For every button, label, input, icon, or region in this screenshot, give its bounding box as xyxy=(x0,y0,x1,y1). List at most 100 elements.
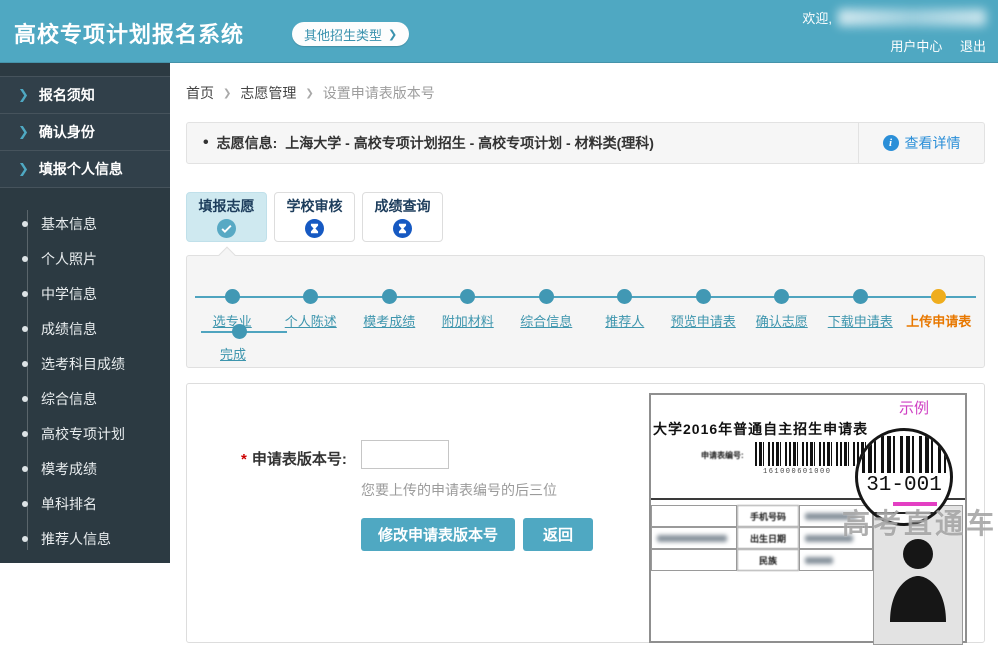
status-tabs: 填报志愿 学校审核 成绩查询 xyxy=(186,192,443,242)
step-additional-materials[interactable]: 附加材料 xyxy=(429,289,508,330)
step-dot xyxy=(381,289,397,304)
breadcrumb-home[interactable]: 首页 xyxy=(186,83,214,103)
sidebar-item-label: 高校专项计划 xyxy=(41,425,125,442)
progress-steps-panel: 选专业 个人陈述 模考成绩 附加材料 综合信息 推荐人 预览申请表 确认志愿 下… xyxy=(186,246,985,368)
table-cell xyxy=(651,505,737,527)
step-download-form[interactable]: 下载申请表 xyxy=(821,289,900,330)
sidebar-item-personal-info[interactable]: ❯ 填报个人信息 xyxy=(0,151,170,188)
sample-form-title: 大学2016年普通自主招生申请表 xyxy=(653,421,869,437)
step-upload-form-active[interactable]: 上传申请表 xyxy=(900,289,979,330)
sidebar-item-label: 综合信息 xyxy=(41,390,97,407)
chevron-right-icon: ❯ xyxy=(18,124,29,139)
breadcrumb: 首页 ❯ 志愿管理 ❯ 设置申请表版本号 xyxy=(186,83,435,103)
sidebar-item-special-plan[interactable]: 高校专项计划 xyxy=(0,416,170,451)
step-confirm-volunteer[interactable]: 确认志愿 xyxy=(743,289,822,330)
step-label[interactable]: 预览申请表 xyxy=(671,311,736,330)
view-details-button[interactable]: i 查看详情 xyxy=(858,123,984,163)
main-content: 首页 ❯ 志愿管理 ❯ 设置申请表版本号 • 志愿信息: 上海大学 - 高校专项… xyxy=(170,63,998,645)
step-complete[interactable]: 完成 xyxy=(220,344,246,363)
version-field-label: * 申请表版本号: xyxy=(241,448,347,469)
table-cell xyxy=(651,549,737,571)
step-personal-statement[interactable]: 个人陈述 xyxy=(272,289,351,330)
sidebar-sub-section: 基本信息 个人照片 中学信息 成绩信息 选考科目成绩 综合信息 高校专项计划 模… xyxy=(0,188,170,556)
modify-version-button[interactable]: 修改申请表版本号 xyxy=(361,518,515,551)
bullet-icon xyxy=(22,430,28,437)
page-title: 高校专项计划报名系统 xyxy=(14,22,245,47)
user-center-link[interactable]: 用户中心 xyxy=(890,39,942,54)
sidebar-item-label: 模考成绩 xyxy=(41,460,97,477)
volunteer-info-value: 上海大学 - 高校专项计划招生 - 高校专项计划 - 材料类(理科) xyxy=(285,135,654,151)
chevron-right-icon: ❯ xyxy=(18,161,29,176)
back-button[interactable]: 返回 xyxy=(523,518,593,551)
tab-label: 成绩查询 xyxy=(374,198,431,214)
step-label[interactable]: 确认志愿 xyxy=(756,311,808,330)
sidebar-item-photo[interactable]: 个人照片 xyxy=(0,241,170,276)
sidebar-item-label: 选考科目成绩 xyxy=(41,355,125,372)
step-label[interactable]: 下载申请表 xyxy=(828,311,893,330)
step-label[interactable]: 推荐人 xyxy=(605,311,644,330)
step-choose-major[interactable]: 选专业 xyxy=(193,289,272,330)
sidebar-item-notice[interactable]: ❯ 报名须知 xyxy=(0,77,170,114)
version-form-panel: * 申请表版本号: 您要上传的申请表编号的后三位 修改申请表版本号 返回 示例 大… xyxy=(186,383,994,645)
required-asterisk: * xyxy=(241,451,247,468)
step-preview-form[interactable]: 预览申请表 xyxy=(664,289,743,330)
sidebar-item-elective-scores[interactable]: 选考科目成绩 xyxy=(0,346,170,381)
step-label-active[interactable]: 上传申请表 xyxy=(906,311,971,330)
barcode-number: 161000601000 xyxy=(763,468,832,476)
watermark-text: 高考直通车 xyxy=(842,508,998,539)
view-details-label: 查看详情 xyxy=(904,135,961,151)
bullet-icon xyxy=(22,535,28,542)
logout-link[interactable]: 退出 xyxy=(960,39,986,54)
breadcrumb-volunteer-management[interactable]: 志愿管理 xyxy=(240,83,296,103)
step-recommender[interactable]: 推荐人 xyxy=(586,289,665,330)
bullet-icon xyxy=(22,395,28,402)
step-label[interactable]: 模考成绩 xyxy=(363,311,415,330)
tab-score-query[interactable]: 成绩查询 xyxy=(362,192,443,242)
sidebar-item-label: 成绩信息 xyxy=(41,320,97,337)
tab-school-review[interactable]: 学校审核 xyxy=(274,192,355,242)
volunteer-info-bar: • 志愿信息: 上海大学 - 高校专项计划招生 - 高校专项计划 - 材料类(理… xyxy=(186,122,985,164)
sidebar-item-label: 中学信息 xyxy=(41,285,97,302)
step-dot xyxy=(538,289,554,304)
step-comprehensive-info[interactable]: 综合信息 xyxy=(507,289,586,330)
sidebar: ❯ 报名须知 ❯ 确认身份 ❯ 填报个人信息 基本信息 个人照片 中学信息 成绩… xyxy=(0,63,170,563)
step-label[interactable]: 综合信息 xyxy=(520,311,572,330)
step-dot xyxy=(617,289,633,304)
app-header: 高校专项计划报名系统 其他招生类型 ❯ 欢迎, 用户中心 退出 xyxy=(0,0,998,63)
step-label[interactable]: 个人陈述 xyxy=(285,311,337,330)
sidebar-item-recommender-info[interactable]: 推荐人信息 xyxy=(0,521,170,556)
info-circle-icon: i xyxy=(882,135,899,151)
sidebar-item-mock-scores[interactable]: 模考成绩 xyxy=(0,451,170,486)
step-label[interactable]: 附加材料 xyxy=(442,311,494,330)
table-cell-label: 民族 xyxy=(737,549,799,571)
chevron-right-icon: ❯ xyxy=(223,87,232,99)
field-label-text: 申请表版本号: xyxy=(251,451,347,468)
table-cell-redacted xyxy=(651,527,737,549)
sidebar-item-comprehensive-info[interactable]: 综合信息 xyxy=(0,381,170,416)
step-mock-scores[interactable]: 模考成绩 xyxy=(350,289,429,330)
panel-caret xyxy=(218,246,236,264)
sidebar-item-basic-info[interactable]: 基本信息 xyxy=(0,206,170,241)
sidebar-item-score-info[interactable]: 成绩信息 xyxy=(0,311,170,346)
other-enrollment-type-label: 其他招生类型 xyxy=(304,27,383,43)
tab-label: 填报志愿 xyxy=(198,198,255,214)
breadcrumb-current: 设置申请表版本号 xyxy=(322,85,435,101)
sidebar-item-identity[interactable]: ❯ 确认身份 xyxy=(0,114,170,151)
step-dot xyxy=(224,289,240,304)
table-cell-redacted xyxy=(799,549,873,571)
version-input[interactable] xyxy=(361,440,449,469)
sidebar-item-school-info[interactable]: 中学信息 xyxy=(0,276,170,311)
chevron-right-icon: ❯ xyxy=(388,28,398,41)
table-cell-label: 手机号码 xyxy=(737,505,799,527)
other-enrollment-type-button[interactable]: 其他招生类型 ❯ xyxy=(292,22,410,46)
tab-fill-volunteer[interactable]: 填报志愿 xyxy=(186,192,267,242)
person-silhouette-icon xyxy=(890,539,946,622)
bullet-icon xyxy=(22,465,28,472)
step-dot xyxy=(460,289,476,304)
sidebar-item-label: 个人照片 xyxy=(41,250,97,267)
tab-label: 学校审核 xyxy=(286,198,343,214)
example-badge: 示例 xyxy=(898,400,929,417)
sidebar-item-subject-rank[interactable]: 单科排名 xyxy=(0,486,170,521)
step-dot xyxy=(695,289,711,304)
user-area: 欢迎, 用户中心 退出 xyxy=(802,8,986,55)
